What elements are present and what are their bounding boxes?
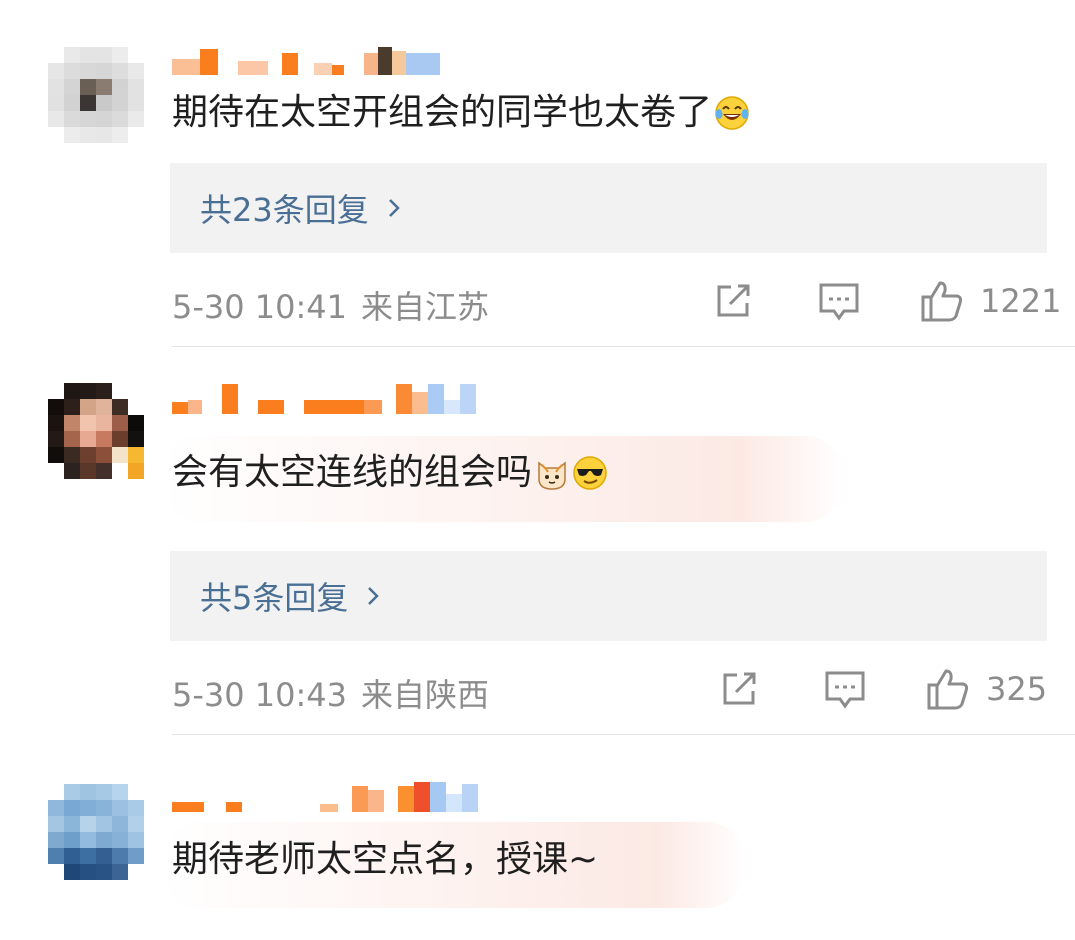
like-count: 1221 — [980, 282, 1062, 320]
comment-text: 会有太空连线的组会吗 — [172, 450, 608, 496]
cat-emoji — [538, 461, 566, 490]
comment-text: 期待老师太空点名，授课~ — [172, 837, 598, 883]
replies-label: 共23条回复 — [200, 191, 369, 229]
view-replies-button[interactable]: 共5条回复 — [170, 551, 1047, 641]
comment-icon — [825, 671, 865, 709]
share-button[interactable] — [720, 670, 760, 708]
comment-icon — [819, 283, 859, 321]
comment-text-content: 期待在太空开组会的同学也太卷了 — [172, 92, 713, 133]
share-icon — [723, 672, 756, 705]
comment-button[interactable] — [824, 670, 866, 710]
avatar[interactable] — [48, 47, 144, 143]
comment-location: 来自陕西 — [361, 676, 490, 714]
divider — [172, 346, 1075, 347]
comment-button[interactable] — [818, 282, 860, 322]
avatar[interactable] — [48, 784, 144, 880]
comment-text-content: 期待老师太空点名，授课~ — [172, 839, 599, 880]
chevron-right-icon — [388, 199, 400, 217]
like-count: 325 — [986, 670, 1048, 708]
replies-label: 共5条回复 — [200, 579, 349, 617]
like-icon — [927, 669, 969, 710]
comment-meta: 5-30 10:43 来自陕西 — [172, 670, 489, 716]
like-button[interactable]: 325 — [926, 667, 1047, 711]
laughing-tears-emoji — [715, 96, 749, 130]
comment-location: 来自江苏 — [361, 288, 490, 326]
share-icon — [717, 284, 750, 317]
comment-date: 5-30 10:43 — [172, 676, 348, 714]
comment-date: 5-30 10:41 — [172, 288, 348, 326]
comment-text: 期待在太空开组会的同学也太卷了 — [172, 90, 750, 136]
divider — [172, 734, 1075, 735]
comment-text-content: 会有太空连线的组会吗 — [172, 452, 533, 493]
username-pixelated[interactable] — [172, 45, 440, 75]
chevron-right-icon — [368, 587, 380, 605]
like-icon — [921, 281, 963, 322]
username-pixelated[interactable] — [172, 782, 478, 812]
view-replies-button[interactable]: 共23条回复 — [170, 163, 1047, 253]
sunglasses-emoji — [573, 456, 607, 490]
avatar[interactable] — [48, 383, 144, 479]
username-pixelated[interactable] — [172, 384, 476, 414]
like-button[interactable]: 1221 — [920, 279, 1061, 323]
share-button[interactable] — [714, 282, 754, 320]
comment-meta: 5-30 10:41 来自江苏 — [172, 282, 489, 328]
